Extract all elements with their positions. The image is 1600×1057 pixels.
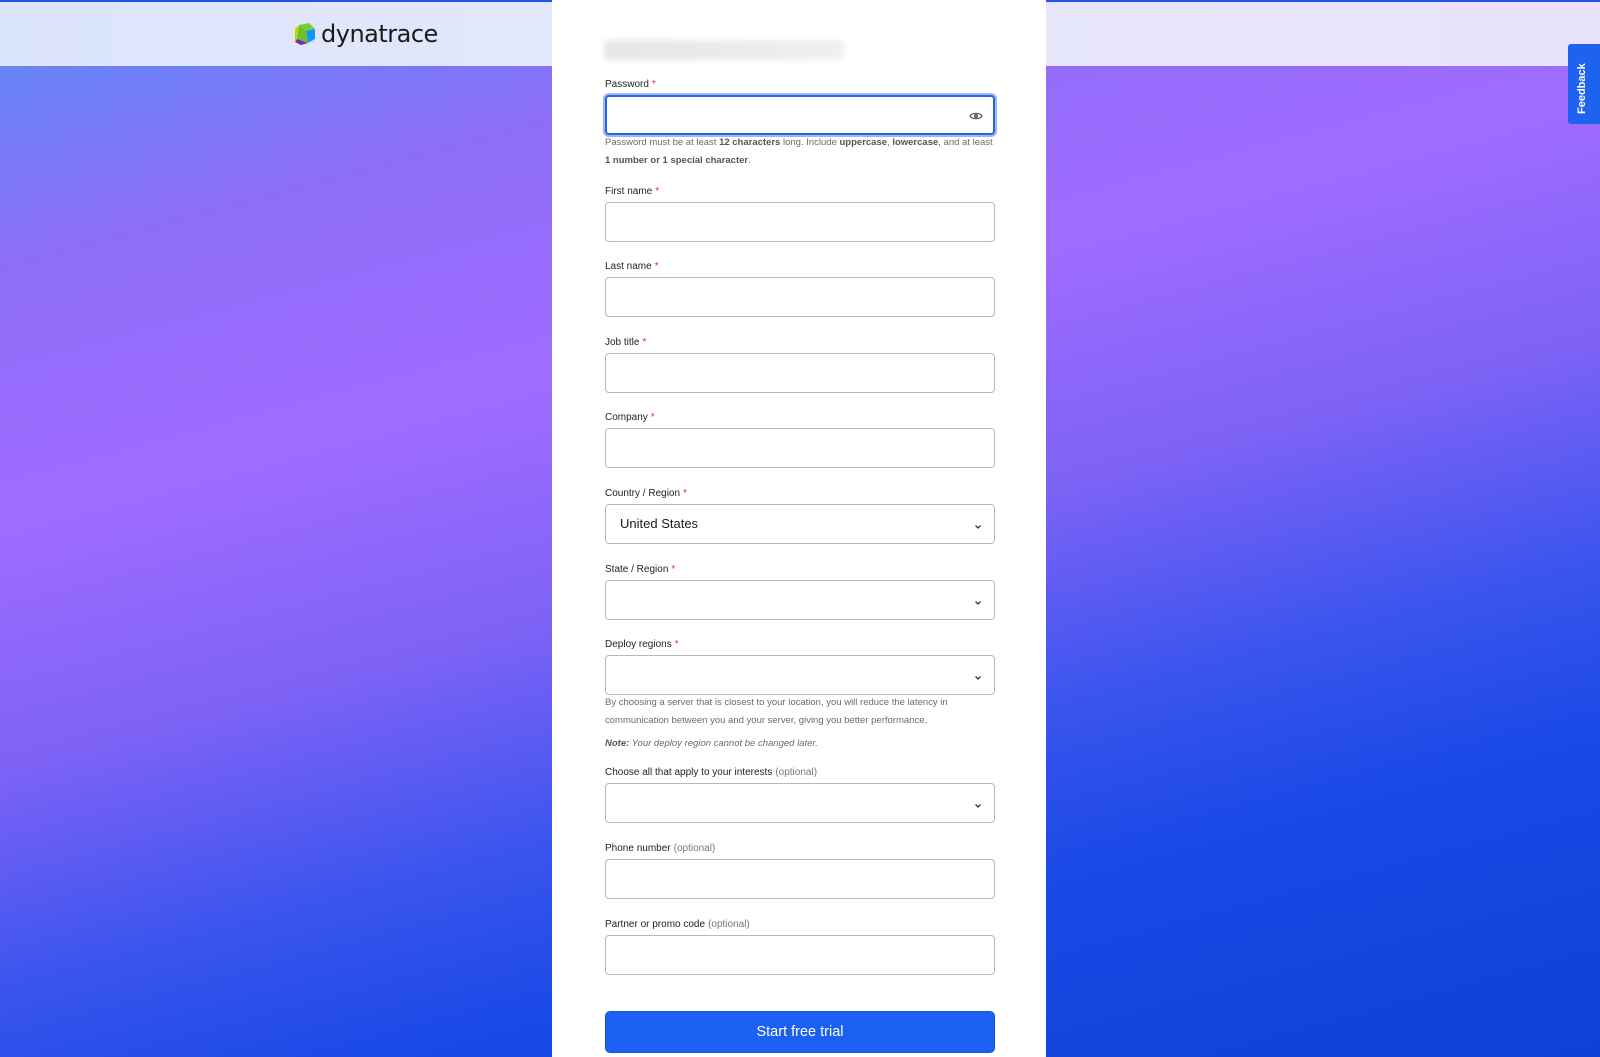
company-label: Company * <box>605 412 655 423</box>
phone-field-group: Phone number (optional) <box>605 842 995 899</box>
country-label: Country / Region * <box>605 488 687 499</box>
deploy-regions-label: Deploy regions * <box>605 639 679 650</box>
interests-label: Choose all that apply to your interests(… <box>605 767 818 778</box>
chevron-down-icon <box>973 670 983 680</box>
country-select[interactable]: United States <box>605 504 995 544</box>
chevron-down-icon <box>973 595 983 605</box>
company-field-group: Company * <box>605 411 995 468</box>
last-name-label: Last name * <box>605 261 659 272</box>
deploy-regions-field-group: Deploy regions * By choosing a server tha… <box>605 638 995 749</box>
password-label: Password * <box>605 79 656 90</box>
feedback-tab[interactable]: Feedback <box>1568 44 1600 124</box>
phone-input[interactable] <box>605 859 995 899</box>
first-name-field-group: First name * <box>605 185 995 242</box>
state-field-group: State / Region * <box>605 563 995 620</box>
eye-icon[interactable] <box>969 109 983 123</box>
interests-field-group: Choose all that apply to your interests(… <box>605 766 995 823</box>
password-input[interactable] <box>605 95 995 135</box>
chevron-down-icon <box>973 519 983 529</box>
country-field-group: Country / Region * United States <box>605 487 995 544</box>
deploy-regions-select[interactable] <box>605 655 995 695</box>
interests-select[interactable] <box>605 783 995 823</box>
signup-form-panel: Password * Password must be at least 12 c… <box>552 0 1046 1057</box>
phone-label: Phone number (optional) <box>605 843 716 854</box>
deploy-regions-help-text: By choosing a server that is closest to … <box>605 697 948 726</box>
promo-code-input[interactable] <box>605 935 995 975</box>
deploy-regions-note: Note: Your deploy region cannot be chang… <box>605 738 818 749</box>
password-help-text: Password must be at least 12 characters … <box>605 137 993 166</box>
job-title-input[interactable] <box>605 353 995 393</box>
company-input[interactable] <box>605 428 995 468</box>
country-select-value: United States <box>620 516 699 531</box>
chevron-down-icon <box>973 798 983 808</box>
dynatrace-logo-icon <box>295 23 317 45</box>
first-name-label: First name * <box>605 186 660 197</box>
last-name-field-group: Last name * <box>605 260 995 317</box>
job-title-field-group: Job title * <box>605 336 995 393</box>
password-field-group: Password * Password must be at least 12 c… <box>605 78 995 166</box>
last-name-input[interactable] <box>605 277 995 317</box>
logo[interactable]: dynatrace <box>295 20 438 48</box>
feedback-label: Feedback <box>1576 63 1588 114</box>
logo-text: dynatrace <box>321 20 438 48</box>
promo-field-group: Partner or promo code (optional) <box>605 918 995 975</box>
first-name-input[interactable] <box>605 202 995 242</box>
state-select[interactable] <box>605 580 995 620</box>
start-free-trial-button[interactable]: Start free trial <box>605 1011 995 1053</box>
blurred-heading <box>604 40 844 60</box>
job-title-label: Job title * <box>605 337 647 348</box>
promo-label: Partner or promo code (optional) <box>605 919 750 930</box>
state-label: State / Region * <box>605 564 676 575</box>
